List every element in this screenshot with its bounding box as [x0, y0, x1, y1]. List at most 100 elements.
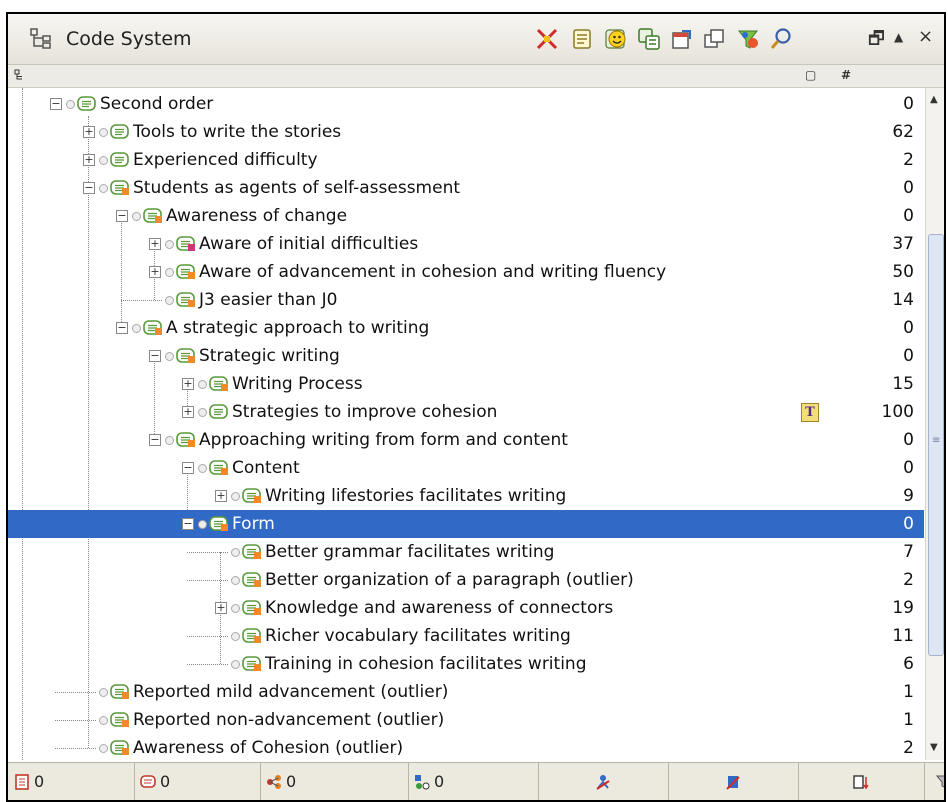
tree-row[interactable]: − Awareness of change 0: [8, 202, 924, 230]
title-bar: Code System 🗗 ▲ ×: [8, 14, 944, 65]
tree-row[interactable]: − Approaching writing from form and conte…: [8, 426, 924, 454]
code-count: 9: [903, 486, 914, 506]
restore-window-button[interactable]: 🗗: [868, 26, 885, 56]
code-bullet-icon: [165, 296, 174, 305]
collapse-toggle-icon[interactable]: −: [182, 462, 194, 474]
collapse-toggle-icon[interactable]: −: [149, 434, 161, 446]
collapse-toggle-icon[interactable]: −: [149, 350, 161, 362]
scrollbar-grip-icon: ≡: [932, 435, 941, 446]
expand-toggle-icon[interactable]: +: [182, 406, 194, 418]
tree-row[interactable]: + Tools to write the stories 62: [8, 118, 924, 146]
tree-row-label: Experienced difficulty: [133, 150, 318, 170]
tree-row-label: Awareness of change: [166, 206, 348, 226]
expand-toggle-icon[interactable]: +: [215, 602, 227, 614]
collapse-toggle-icon[interactable]: −: [116, 210, 128, 222]
tree-row[interactable]: Reported non-advancement (outlier) 1: [8, 706, 924, 734]
maximize-button[interactable]: ▲: [894, 30, 903, 44]
tree-row[interactable]: + Writing lifestories facilitates writing…: [8, 482, 924, 510]
expand-toggle-icon[interactable]: +: [182, 378, 194, 390]
expand-toggle-icon[interactable]: +: [83, 154, 95, 166]
expand-toggle-icon[interactable]: +: [149, 238, 161, 250]
code-count: 2: [903, 570, 914, 590]
tree-row[interactable]: Richer vocabulary facilitates writing 11: [8, 622, 924, 650]
tree-row[interactable]: − Form 0: [8, 510, 924, 538]
windows-icon[interactable]: [703, 27, 727, 51]
status-bar: 0 0 0 0: [8, 762, 944, 800]
status-cell[interactable]: 0: [134, 763, 261, 800]
code-count: 0: [903, 206, 914, 226]
tree-row[interactable]: − A strategic approach to writing 0: [8, 314, 924, 342]
status-cell[interactable]: [538, 763, 669, 800]
tree-row[interactable]: + Writing Process 15: [8, 370, 924, 398]
status-count: 0: [434, 772, 445, 791]
expand-toggle-icon[interactable]: +: [149, 266, 161, 278]
code-icon: [242, 544, 261, 559]
collapse-toggle-icon[interactable]: −: [83, 182, 95, 194]
tree-connector-line: [187, 580, 228, 581]
collapse-toggle-icon[interactable]: −: [182, 518, 194, 530]
column-header-row: ▢ #: [8, 65, 944, 88]
tree-row[interactable]: + Strategies to improve cohesion T 100: [8, 398, 924, 426]
tree-row[interactable]: J3 easier than J0 14: [8, 286, 924, 314]
emoticode-icon[interactable]: [604, 27, 628, 51]
close-button[interactable]: ×: [918, 26, 933, 47]
status-cell[interactable]: [924, 763, 944, 800]
status-cell[interactable]: 0: [408, 763, 539, 800]
collapse-toggle-icon[interactable]: −: [50, 98, 62, 110]
tree-row[interactable]: + Knowledge and awareness of connectors 19: [8, 594, 924, 622]
status-cell[interactable]: 0: [8, 763, 135, 800]
tree-row[interactable]: + Experienced difficulty 2: [8, 146, 924, 174]
expand-toggle-icon[interactable]: +: [215, 490, 227, 502]
collapse-toggle-icon[interactable]: −: [116, 322, 128, 334]
tree-connector-line: [55, 692, 96, 693]
tree-row-label: Second order: [100, 94, 214, 114]
tree-row[interactable]: − Strategic writing 0: [8, 342, 924, 370]
new-code-icon[interactable]: [570, 27, 594, 51]
scrollbar-thumb[interactable]: ≡: [928, 234, 944, 656]
color-filter-icon[interactable]: [736, 27, 760, 51]
tree-row[interactable]: + Aware of advancement in cohesion and wr…: [8, 258, 924, 286]
code-bullet-icon: [99, 744, 108, 753]
scroll-down-arrow-icon[interactable]: ▼: [930, 742, 938, 753]
tree-row-label: Knowledge and awareness of connectors: [265, 598, 614, 618]
code-count: 14: [892, 290, 914, 310]
code-bullet-icon: [198, 380, 207, 389]
column-header-count[interactable]: #: [841, 68, 851, 82]
tree-row[interactable]: + Aware of initial difficulties 37: [8, 230, 924, 258]
tree-row[interactable]: Reported mild advancement (outlier) 1: [8, 678, 924, 706]
code-tree[interactable]: − Second order 0 + Tools to write the storie…: [8, 88, 924, 760]
tree-row[interactable]: − Students as agents of self-assessment 0: [8, 174, 924, 202]
code-count: 19: [892, 598, 914, 618]
code-bullet-icon: [132, 324, 141, 333]
export-codes-icon[interactable]: [670, 27, 694, 51]
search-icon[interactable]: [769, 27, 793, 51]
status-cell[interactable]: 0: [260, 763, 409, 800]
tree-row[interactable]: Awareness of Cohesion (outlier) 2: [8, 734, 924, 760]
tree-row[interactable]: Better organization of a paragraph (outl…: [8, 566, 924, 594]
code-icon: [176, 264, 195, 279]
tree-row[interactable]: − Second order 0: [8, 90, 924, 118]
scroll-up-arrow-icon[interactable]: ▲: [930, 94, 938, 105]
code-sets-icon[interactable]: [637, 27, 661, 51]
code-count: 0: [903, 94, 914, 114]
status-cell[interactable]: [798, 763, 925, 800]
code-bullet-icon: [198, 408, 207, 417]
text-memo-icon[interactable]: T: [801, 403, 819, 422]
collapse-all-icon[interactable]: [535, 27, 559, 51]
expand-toggle-icon[interactable]: +: [83, 126, 95, 138]
code-icon: [242, 656, 261, 671]
code-count: 11: [892, 626, 914, 646]
code-count: 7: [903, 542, 914, 562]
links-icon: [267, 775, 281, 789]
tree-row-label: Reported non-advancement (outlier): [133, 710, 445, 730]
code-count: 0: [903, 458, 914, 478]
status-cell[interactable]: [668, 763, 799, 800]
code-icon: [110, 180, 129, 195]
tree-row[interactable]: Training in cohesion facilitates writing…: [8, 650, 924, 678]
column-header-box[interactable]: ▢: [805, 68, 816, 82]
code-bullet-icon: [231, 660, 240, 669]
vertical-scrollbar[interactable]: ▲ ≡ ▼: [925, 88, 944, 760]
tree-row[interactable]: − Content 0: [8, 454, 924, 482]
tree-row[interactable]: Better grammar facilitates writing 7: [8, 538, 924, 566]
tree-row-label: Strategic writing: [199, 346, 340, 366]
